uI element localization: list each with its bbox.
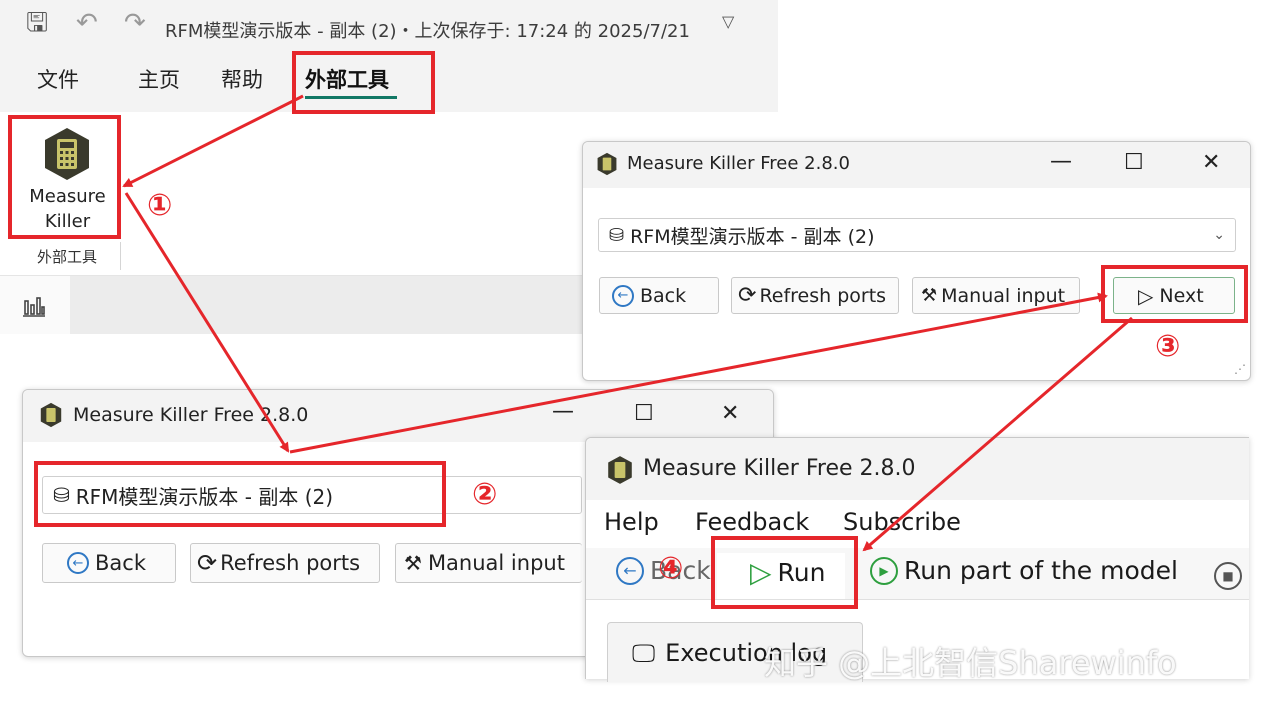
app-icon bbox=[608, 456, 632, 484]
menu-subscribe[interactable]: Subscribe bbox=[843, 508, 961, 536]
back-button-label: Back bbox=[640, 284, 687, 307]
minimize-button[interactable]: — bbox=[552, 400, 574, 424]
refresh-ports-button[interactable]: ⟳ Refresh ports bbox=[190, 543, 380, 583]
app-icon bbox=[40, 402, 62, 428]
step-4-marker: ④ bbox=[658, 551, 684, 586]
back-button[interactable]: ← Back bbox=[599, 277, 719, 314]
refresh-icon: ⟳ bbox=[197, 549, 218, 577]
refresh-ports-label: Refresh ports bbox=[759, 284, 887, 307]
minimize-button[interactable]: — bbox=[1050, 150, 1072, 174]
step-3-marker: ③ bbox=[1155, 329, 1181, 364]
highlight-next-button bbox=[1101, 265, 1248, 323]
close-button[interactable]: ✕ bbox=[721, 402, 739, 426]
app-icon bbox=[597, 152, 617, 176]
report-canvas bbox=[0, 276, 582, 334]
tab-file[interactable]: 文件 bbox=[37, 64, 79, 94]
back-arrow-icon: ← bbox=[616, 556, 644, 585]
tools-icon: ⚒ bbox=[921, 285, 938, 306]
tools-icon: ⚒ bbox=[404, 551, 422, 575]
ribbon-group-label: 外部工具 bbox=[36, 248, 97, 266]
monitor-icon: 🖵 bbox=[632, 638, 656, 667]
menu-help[interactable]: Help bbox=[604, 508, 659, 536]
highlight-run-button bbox=[711, 536, 858, 609]
window-title: Measure Killer Free 2.8.0 bbox=[643, 456, 916, 481]
save-icon[interactable]: 🖫 bbox=[26, 8, 48, 38]
run-part-button[interactable]: ▶ Run part of the model bbox=[870, 556, 1178, 585]
document-title: RFM模型演示版本 - 副本 (2)・上次保存于: 17:24 的 2025/7… bbox=[165, 21, 690, 42]
stop-icon[interactable]: ■ bbox=[1214, 562, 1242, 590]
manual-input-label: Manual input bbox=[941, 284, 1066, 307]
tab-help[interactable]: 帮助 bbox=[221, 64, 263, 94]
group-divider bbox=[120, 242, 121, 270]
model-select-value: RFM模型演示版本 - 副本 (2) bbox=[630, 225, 875, 248]
refresh-ports-label: Refresh ports bbox=[220, 551, 361, 575]
window-title: Measure Killer Free 2.8.0 bbox=[627, 153, 850, 174]
manual-input-button[interactable]: ⚒ Manual input bbox=[395, 543, 582, 583]
back-arrow-icon: ← bbox=[612, 284, 634, 307]
close-button[interactable]: ✕ bbox=[1202, 151, 1220, 175]
refresh-icon: ⟳ bbox=[738, 283, 757, 308]
resize-grip-icon[interactable]: ⋰ bbox=[1234, 362, 1246, 376]
manual-input-button[interactable]: ⚒ Manual input bbox=[912, 277, 1080, 314]
database-icon: ⛁ bbox=[609, 224, 625, 246]
tab-home[interactable]: 主页 bbox=[138, 64, 180, 94]
chevron-down-icon: ⌄ bbox=[1213, 227, 1225, 243]
back-arrow-icon: ← bbox=[67, 552, 89, 574]
redo-icon[interactable]: ↷ bbox=[124, 8, 146, 38]
highlight-external-tools-tab bbox=[292, 51, 435, 114]
step-1-marker: ① bbox=[147, 188, 173, 223]
window-title: Measure Killer Free 2.8.0 bbox=[73, 404, 309, 426]
model-select[interactable]: ⛁ RFM模型演示版本 - 副本 (2) ⌄ bbox=[598, 218, 1236, 252]
play-circle-icon: ▶ bbox=[870, 556, 898, 585]
step-2-marker: ② bbox=[472, 477, 498, 512]
chevron-down-icon[interactable]: ▽ bbox=[722, 12, 734, 31]
back-button-label: Back bbox=[95, 551, 146, 575]
run-part-label: Run part of the model bbox=[904, 556, 1178, 585]
maximize-button[interactable]: ☐ bbox=[634, 402, 654, 426]
back-button[interactable]: ← Back bbox=[42, 543, 176, 583]
maximize-button[interactable]: ☐ bbox=[1124, 151, 1144, 175]
highlight-measure-killer-button bbox=[8, 115, 121, 239]
refresh-ports-button[interactable]: ⟳ Refresh ports bbox=[731, 277, 899, 314]
highlight-model-select bbox=[34, 461, 446, 527]
report-view-icon[interactable] bbox=[22, 295, 46, 322]
watermark: 知乎 @上北智信Sharewinfo bbox=[764, 644, 1177, 682]
undo-icon[interactable]: ↶ bbox=[76, 8, 98, 38]
menu-feedback[interactable]: Feedback bbox=[695, 508, 809, 536]
manual-input-label: Manual input bbox=[427, 551, 565, 575]
